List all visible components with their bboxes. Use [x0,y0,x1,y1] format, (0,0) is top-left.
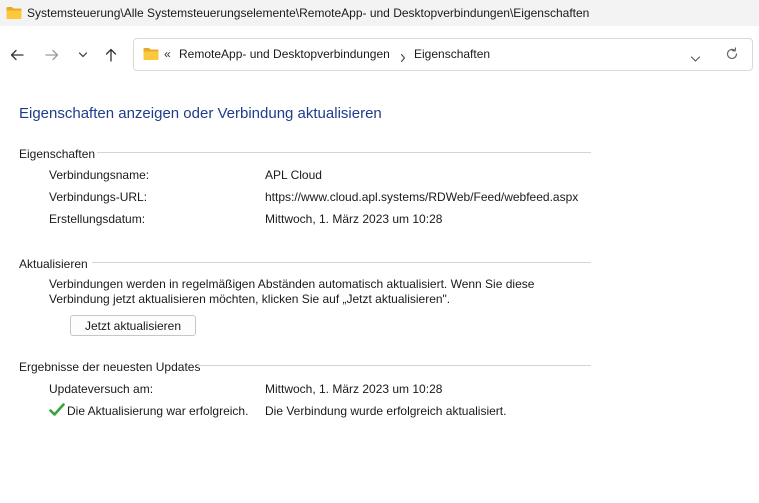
section-title-results: Ergebnisse der neuesten Updates [19,360,201,374]
section-title-update: Aktualisieren [19,257,88,271]
refresh-button[interactable] [725,47,739,66]
connection-url-value: https://www.cloud.apl.systems/RDWeb/Feed… [265,190,579,204]
address-dropdown-button[interactable] [690,50,701,68]
address-bar[interactable]: « RemoteApp- und Desktopverbindungen Eig… [133,38,753,71]
section-divider [197,365,591,366]
check-icon [49,403,65,422]
update-status-value: Die Verbindung wurde erfolgreich aktuali… [265,404,507,418]
window-title: Systemsteuerung\Alle Systemsteuerungsele… [27,6,590,20]
connection-name-label: Verbindungsname: [49,168,150,182]
chevron-down-icon [78,52,88,58]
breadcrumb-eigenschaften[interactable]: Eigenschaften [414,47,490,61]
back-button[interactable] [7,45,27,65]
update-attempt-value: Mittwoch, 1. März 2023 um 10:28 [265,382,443,396]
creation-date-label: Erstellungsdatum: [49,212,146,226]
folder-icon [143,47,159,66]
chevron-down-icon [690,56,701,62]
arrow-right-icon [45,49,59,61]
section-divider [97,152,591,153]
update-description-line2: Verbindung jetzt aktualisieren möchten, … [49,292,451,306]
update-now-button[interactable]: Jetzt aktualisieren [70,315,196,336]
recent-locations-button[interactable] [73,45,93,65]
connection-name-value: APL Cloud [265,168,322,182]
up-button[interactable] [101,45,121,65]
section-divider [92,262,591,263]
folder-icon [6,6,22,25]
breadcrumb-remoteapp[interactable]: RemoteApp- und Desktopverbindungen [179,47,390,61]
update-description-line1: Verbindungen werden in regelmäßigen Abst… [49,277,535,291]
forward-button[interactable] [42,45,62,65]
connection-url-label: Verbindungs-URL: [49,190,148,204]
arrow-left-icon [10,49,24,61]
update-status-label: Die Aktualisierung war erfolgreich. [67,404,249,418]
refresh-icon [726,47,738,60]
title-bar: Systemsteuerung\Alle Systemsteuerungsele… [0,0,759,26]
creation-date-value: Mittwoch, 1. März 2023 um 10:28 [265,212,443,226]
chevron-right-icon[interactable] [400,50,406,68]
breadcrumb-overflow[interactable]: « [164,47,171,61]
content-area: Eigenschaften anzeigen oder Verbindung a… [0,84,759,503]
update-attempt-label: Updateversuch am: [49,382,154,396]
navigation-bar: « RemoteApp- und Desktopverbindungen Eig… [0,26,759,84]
arrow-up-icon [105,48,117,62]
section-title-properties: Eigenschaften [19,147,96,161]
page-title: Eigenschaften anzeigen oder Verbindung a… [19,105,382,122]
